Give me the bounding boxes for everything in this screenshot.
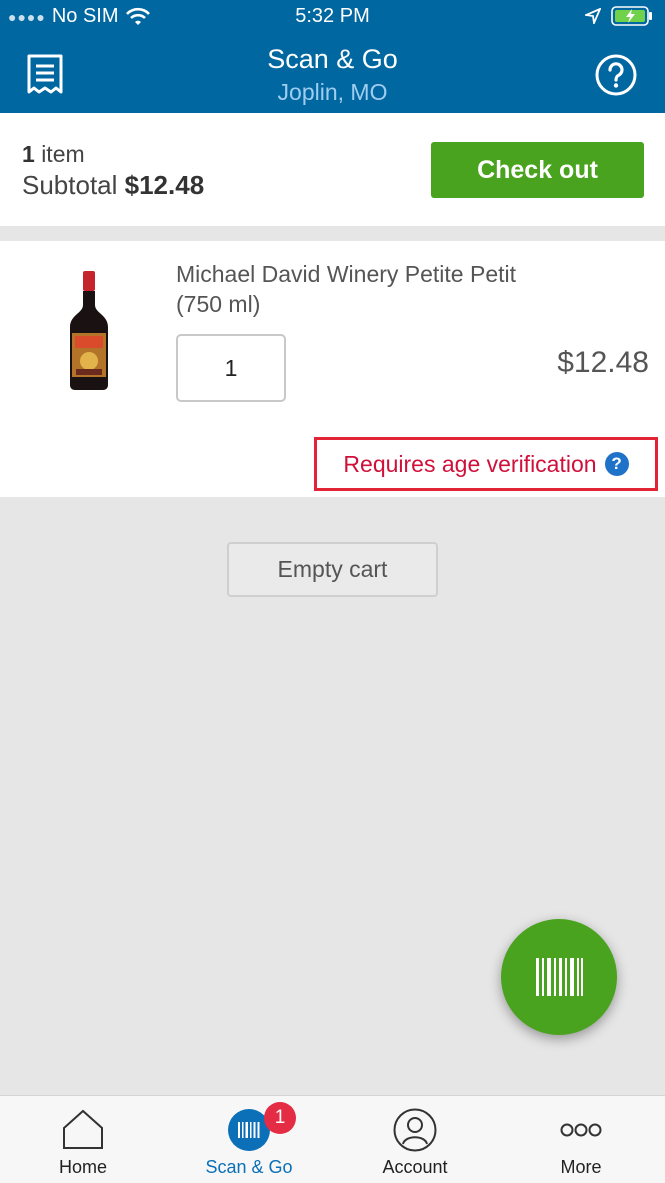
tab-scan-go-label: Scan & Go	[205, 1157, 293, 1177]
tab-home[interactable]: Home	[0, 1096, 166, 1183]
app-header: ●●●● No SIM 5:32 PM Scan & Go Joplin, MO	[0, 0, 665, 113]
cart-summary: 1 item Subtotal $12.48 Check out	[0, 113, 665, 226]
product-name: Michael David Winery Petite Petit (750 m…	[176, 259, 576, 319]
cart-item: Michael David Winery Petite Petit (750 m…	[0, 241, 665, 497]
status-bar: ●●●● No SIM 5:32 PM	[0, 0, 665, 36]
tab-more-label: More	[560, 1157, 602, 1177]
tab-account[interactable]: Account	[332, 1096, 498, 1183]
subtotal: Subtotal $12.48	[22, 170, 204, 201]
page-title: Scan & Go	[267, 44, 398, 74]
item-count-label: item	[41, 141, 85, 167]
age-verification-notice[interactable]: Requires age verification ?	[314, 437, 658, 491]
empty-cart-button[interactable]: Empty cart	[227, 542, 438, 597]
subtotal-label: Subtotal	[22, 170, 118, 200]
subtotal-value: $12.48	[124, 170, 205, 200]
location-arrow-icon	[585, 8, 601, 24]
home-icon	[63, 1109, 103, 1149]
item-count: 1 item	[22, 141, 85, 168]
battery-icon	[611, 6, 652, 26]
barcode-icon	[536, 958, 583, 996]
cart-count-badge: 1	[264, 1102, 296, 1134]
account-icon	[393, 1108, 437, 1152]
more-icon	[560, 1123, 602, 1137]
item-price: $12.48	[557, 346, 649, 379]
product-name-line2: (750 ml)	[176, 291, 261, 317]
tab-scan-go[interactable]: Scan & Go	[166, 1096, 332, 1183]
tab-more[interactable]: More	[498, 1096, 664, 1183]
clock: 5:32 PM	[295, 5, 370, 27]
wine-bottle-image	[70, 271, 108, 390]
quantity-field[interactable]: 1	[176, 334, 286, 402]
scan-fab-button[interactable]	[501, 919, 617, 1035]
tab-bar: Home Scan & Go Account More	[0, 1095, 665, 1183]
question-mark-icon[interactable]: ?	[604, 452, 629, 476]
item-count-value: 1	[22, 141, 35, 167]
tab-account-label: Account	[382, 1157, 448, 1177]
tab-home-label: Home	[58, 1157, 107, 1177]
product-name-line1: Michael David Winery Petite Petit	[176, 261, 517, 287]
age-verification-text: Requires age verification	[343, 450, 597, 477]
store-location[interactable]: Joplin, MO	[0, 79, 665, 106]
checkout-button[interactable]: Check out	[431, 142, 644, 198]
help-icon[interactable]	[595, 54, 637, 96]
